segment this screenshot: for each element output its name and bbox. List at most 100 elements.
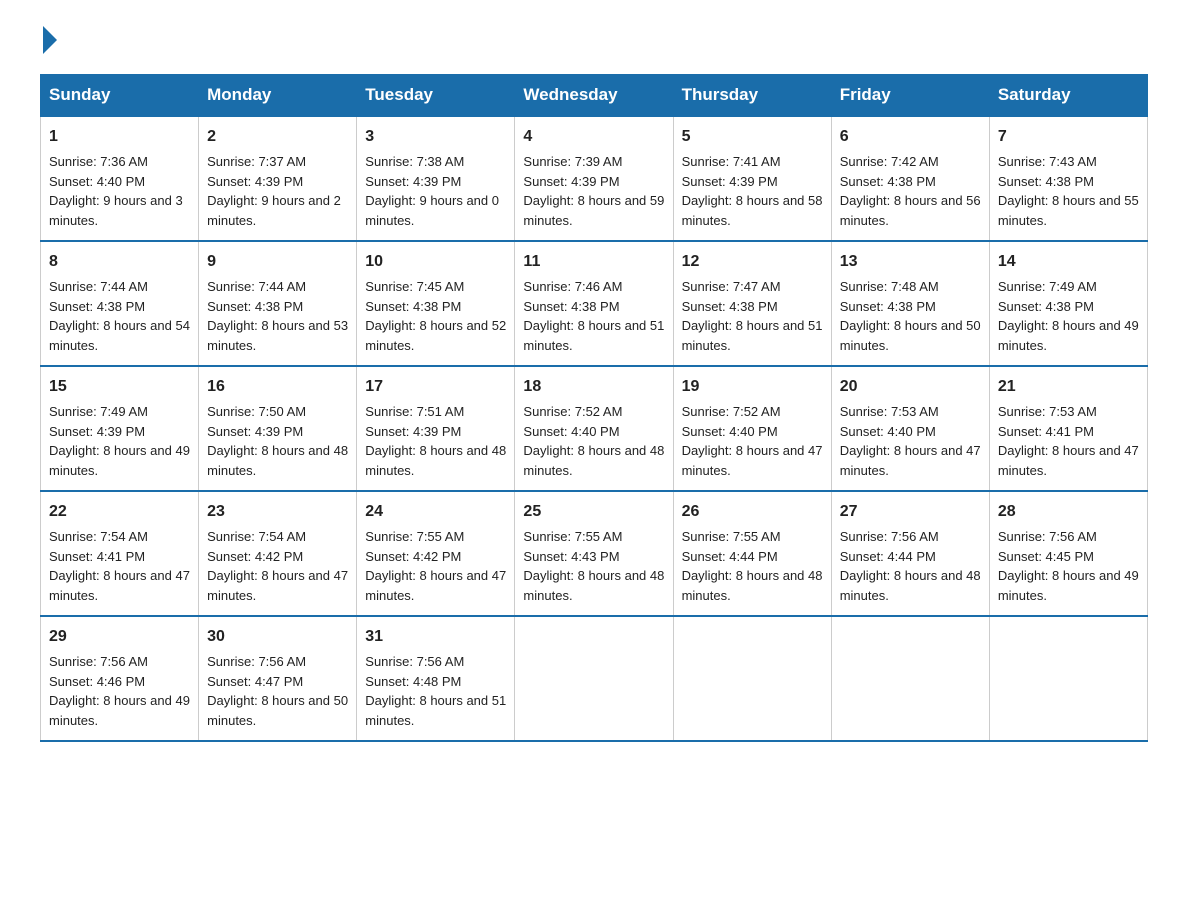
daylight-text: Daylight: 8 hours and 48 minutes. (682, 568, 823, 603)
day-number: 29 (49, 625, 190, 649)
daylight-text: Daylight: 8 hours and 58 minutes. (682, 193, 823, 228)
day-number: 30 (207, 625, 348, 649)
daylight-text: Daylight: 9 hours and 0 minutes. (365, 193, 499, 228)
sunset-text: Sunset: 4:40 PM (682, 424, 778, 439)
day-number: 3 (365, 125, 506, 149)
day-number: 16 (207, 375, 348, 399)
day-cell: 23Sunrise: 7:54 AMSunset: 4:42 PMDayligh… (199, 491, 357, 616)
logo (40, 30, 57, 54)
calendar-table: SundayMondayTuesdayWednesdayThursdayFrid… (40, 74, 1148, 742)
day-cell: 20Sunrise: 7:53 AMSunset: 4:40 PMDayligh… (831, 366, 989, 491)
sunrise-text: Sunrise: 7:56 AM (207, 654, 306, 669)
sunset-text: Sunset: 4:45 PM (998, 549, 1094, 564)
day-number: 13 (840, 250, 981, 274)
week-row-3: 15Sunrise: 7:49 AMSunset: 4:39 PMDayligh… (41, 366, 1148, 491)
daylight-text: Daylight: 8 hours and 51 minutes. (365, 693, 506, 728)
sunrise-text: Sunrise: 7:48 AM (840, 279, 939, 294)
sunrise-text: Sunrise: 7:44 AM (207, 279, 306, 294)
sunset-text: Sunset: 4:40 PM (840, 424, 936, 439)
sunrise-text: Sunrise: 7:39 AM (523, 154, 622, 169)
sunrise-text: Sunrise: 7:50 AM (207, 404, 306, 419)
day-cell: 10Sunrise: 7:45 AMSunset: 4:38 PMDayligh… (357, 241, 515, 366)
logo-arrow-icon (43, 26, 57, 54)
sunset-text: Sunset: 4:39 PM (49, 424, 145, 439)
day-number: 8 (49, 250, 190, 274)
header-cell-saturday: Saturday (989, 75, 1147, 117)
sunset-text: Sunset: 4:38 PM (840, 299, 936, 314)
sunrise-text: Sunrise: 7:55 AM (365, 529, 464, 544)
day-cell: 9Sunrise: 7:44 AMSunset: 4:38 PMDaylight… (199, 241, 357, 366)
sunset-text: Sunset: 4:38 PM (207, 299, 303, 314)
day-cell: 6Sunrise: 7:42 AMSunset: 4:38 PMDaylight… (831, 116, 989, 241)
day-cell: 13Sunrise: 7:48 AMSunset: 4:38 PMDayligh… (831, 241, 989, 366)
daylight-text: Daylight: 8 hours and 47 minutes. (998, 443, 1139, 478)
daylight-text: Daylight: 9 hours and 3 minutes. (49, 193, 183, 228)
sunset-text: Sunset: 4:38 PM (523, 299, 619, 314)
day-cell: 28Sunrise: 7:56 AMSunset: 4:45 PMDayligh… (989, 491, 1147, 616)
daylight-text: Daylight: 8 hours and 52 minutes. (365, 318, 506, 353)
sunrise-text: Sunrise: 7:36 AM (49, 154, 148, 169)
day-cell: 12Sunrise: 7:47 AMSunset: 4:38 PMDayligh… (673, 241, 831, 366)
day-cell: 27Sunrise: 7:56 AMSunset: 4:44 PMDayligh… (831, 491, 989, 616)
daylight-text: Daylight: 8 hours and 56 minutes. (840, 193, 981, 228)
day-number: 14 (998, 250, 1139, 274)
day-number: 7 (998, 125, 1139, 149)
daylight-text: Daylight: 8 hours and 51 minutes. (682, 318, 823, 353)
day-cell: 8Sunrise: 7:44 AMSunset: 4:38 PMDaylight… (41, 241, 199, 366)
sunrise-text: Sunrise: 7:45 AM (365, 279, 464, 294)
sunrise-text: Sunrise: 7:55 AM (682, 529, 781, 544)
daylight-text: Daylight: 8 hours and 47 minutes. (682, 443, 823, 478)
calendar-header: SundayMondayTuesdayWednesdayThursdayFrid… (41, 75, 1148, 117)
sunset-text: Sunset: 4:47 PM (207, 674, 303, 689)
sunset-text: Sunset: 4:39 PM (207, 424, 303, 439)
sunrise-text: Sunrise: 7:47 AM (682, 279, 781, 294)
day-number: 5 (682, 125, 823, 149)
day-number: 28 (998, 500, 1139, 524)
day-cell: 18Sunrise: 7:52 AMSunset: 4:40 PMDayligh… (515, 366, 673, 491)
header-cell-tuesday: Tuesday (357, 75, 515, 117)
sunrise-text: Sunrise: 7:38 AM (365, 154, 464, 169)
header-cell-friday: Friday (831, 75, 989, 117)
sunset-text: Sunset: 4:42 PM (365, 549, 461, 564)
sunset-text: Sunset: 4:38 PM (998, 174, 1094, 189)
sunset-text: Sunset: 4:39 PM (365, 424, 461, 439)
day-number: 18 (523, 375, 664, 399)
day-cell: 17Sunrise: 7:51 AMSunset: 4:39 PMDayligh… (357, 366, 515, 491)
day-cell: 5Sunrise: 7:41 AMSunset: 4:39 PMDaylight… (673, 116, 831, 241)
daylight-text: Daylight: 8 hours and 55 minutes. (998, 193, 1139, 228)
day-cell (831, 616, 989, 741)
daylight-text: Daylight: 8 hours and 49 minutes. (49, 443, 190, 478)
daylight-text: Daylight: 8 hours and 49 minutes. (49, 693, 190, 728)
sunset-text: Sunset: 4:46 PM (49, 674, 145, 689)
sunset-text: Sunset: 4:40 PM (523, 424, 619, 439)
day-cell: 15Sunrise: 7:49 AMSunset: 4:39 PMDayligh… (41, 366, 199, 491)
day-number: 24 (365, 500, 506, 524)
day-cell: 4 Sunrise: 7:39 AM Sunset: 4:39 PM Daylight… (515, 116, 673, 241)
sunrise-text: Sunrise: 7:56 AM (998, 529, 1097, 544)
sunrise-text: Sunrise: 7:54 AM (207, 529, 306, 544)
day-cell (673, 616, 831, 741)
day-cell (989, 616, 1147, 741)
week-row-1: 1Sunrise: 7:36 AMSunset: 4:40 PMDaylight… (41, 116, 1148, 241)
day-number: 31 (365, 625, 506, 649)
day-number: 4 (523, 125, 664, 149)
sunset-text: Sunset: 4:48 PM (365, 674, 461, 689)
sunrise-text: Sunrise: 7:52 AM (682, 404, 781, 419)
sunset-text: Sunset: 4:38 PM (365, 299, 461, 314)
sunset-text: Sunset: 4:42 PM (207, 549, 303, 564)
day-number: 23 (207, 500, 348, 524)
sunrise-text: Sunrise: 7:56 AM (365, 654, 464, 669)
week-row-4: 22Sunrise: 7:54 AMSunset: 4:41 PMDayligh… (41, 491, 1148, 616)
sunset-text: Sunset: 4:39 PM (523, 174, 619, 189)
sunset-text: Sunset: 4:38 PM (998, 299, 1094, 314)
day-number: 1 (49, 125, 190, 149)
daylight-text: Daylight: 9 hours and 2 minutes. (207, 193, 341, 228)
day-cell: 30Sunrise: 7:56 AMSunset: 4:47 PMDayligh… (199, 616, 357, 741)
daylight-text: Daylight: 8 hours and 59 minutes. (523, 193, 664, 228)
sunrise-text: Sunrise: 7:54 AM (49, 529, 148, 544)
sunrise-text: Sunrise: 7:51 AM (365, 404, 464, 419)
daylight-text: Daylight: 8 hours and 48 minutes. (207, 443, 348, 478)
day-number: 25 (523, 500, 664, 524)
sunrise-text: Sunrise: 7:44 AM (49, 279, 148, 294)
sunrise-text: Sunrise: 7:52 AM (523, 404, 622, 419)
